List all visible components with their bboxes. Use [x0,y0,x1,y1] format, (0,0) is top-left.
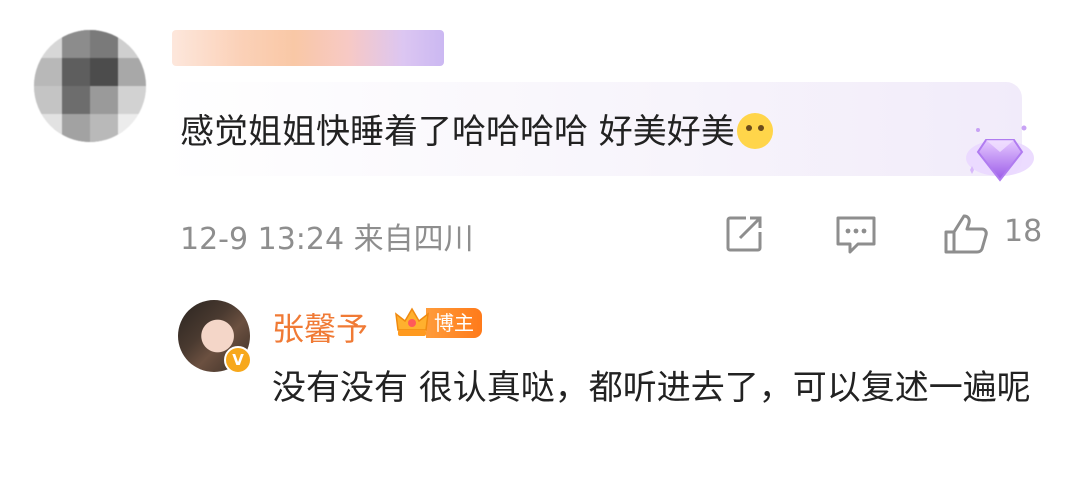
share-icon[interactable] [722,212,766,256]
comment-location: 来自四川 [353,222,474,257]
thumbs-up-icon[interactable] [942,212,990,256]
verified-v-icon: V [224,346,252,374]
pleading-face-emoji-icon [736,113,773,149]
comment-icon[interactable] [834,212,878,256]
reply-text: 没有没有 很认真哒，都听进去了，可以复述一遍呢 [272,368,1031,408]
comment-timestamp: 12-9 13:24 [180,222,345,257]
commenter-name-redacted[interactable] [172,30,444,66]
purple-diamond-badge-icon [966,125,1034,182]
comment-text: 感觉姐姐快睡着了哈哈哈哈 好美好美 [180,104,773,153]
commenter-avatar[interactable] [34,30,146,142]
like-count: 18 [1004,214,1043,249]
comment-text-content: 感觉姐姐快睡着了哈哈哈哈 好美好美 [180,112,735,152]
comment-meta: 12-9 13:24 来自四川 [180,214,474,258]
reply-author-name[interactable]: 张馨予 [272,304,368,350]
crown-icon [395,307,429,336]
host-badge: 博主 [394,306,482,340]
host-badge-label: 博主 [426,308,482,338]
